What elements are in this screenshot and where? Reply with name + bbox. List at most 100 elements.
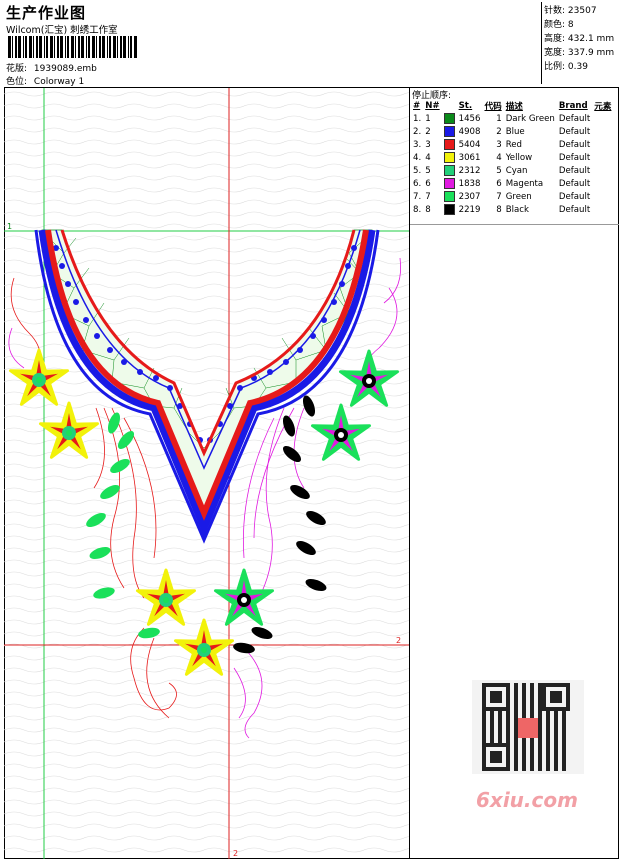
cell-brand: Default	[558, 152, 591, 163]
design-stats: 针数: 23507 颜色: 8 高度: 432.1 mm 宽度: 337.9 m…	[541, 2, 619, 84]
color-swatch	[443, 165, 455, 176]
cell-code: 3	[496, 139, 502, 150]
color-swatch	[443, 152, 455, 163]
table-row: 2. 2 4908 2 Blue Default	[411, 125, 613, 138]
watermark-logo: 6xiu.com	[476, 788, 578, 812]
cell-element	[592, 151, 613, 164]
col-header-description: 描述	[505, 102, 523, 112]
cell-element	[592, 164, 613, 177]
col-header-brand: Brand	[558, 101, 588, 111]
page-title: 生产作业图	[6, 4, 87, 22]
stitch-count: 针数: 23507	[544, 6, 597, 16]
cell-code: 7	[496, 191, 502, 202]
cell-brand: Default	[558, 165, 591, 176]
cell-index: 7.	[413, 191, 422, 202]
guide-mark-2-right: 2	[396, 636, 401, 645]
design-width: 宽度: 337.9 mm	[544, 48, 615, 58]
cell-description: Yellow	[505, 152, 533, 163]
table-row: 1. 1 1456 1 Dark Green Default	[411, 112, 613, 125]
cell-swatch	[442, 138, 457, 151]
qr-code	[472, 680, 584, 774]
cell-stitches: 1838	[458, 178, 481, 189]
cell-brand: Default	[558, 126, 591, 137]
cell-description: Black	[505, 204, 529, 215]
cell-description: Cyan	[505, 165, 528, 176]
cell-element	[592, 203, 613, 216]
cell-description: Blue	[505, 126, 525, 137]
colorway-label: 色位:	[6, 77, 28, 87]
cell-swatch	[442, 125, 457, 138]
design-file-label: 花版:	[6, 64, 28, 74]
cell-element	[592, 138, 613, 151]
cell-needle: 6	[425, 178, 431, 189]
col-header-element: 元素	[594, 102, 612, 112]
col-header-code: 代码	[484, 102, 502, 112]
cell-code: 5	[496, 165, 502, 176]
cell-stitches: 5404	[458, 139, 481, 150]
cell-code: 4	[496, 152, 502, 163]
cell-brand: Default	[558, 191, 591, 202]
cell-needle: 5	[425, 165, 431, 176]
cell-index: 3.	[413, 139, 422, 150]
table-row: 3. 3 5404 3 Red Default	[411, 138, 613, 151]
cell-needle: 2	[425, 126, 431, 137]
design-file-row: 花版: 1939089.emb	[6, 61, 97, 74]
table-row: 8. 8 2219 8 Black Default	[411, 203, 613, 216]
cell-needle: 1	[425, 113, 431, 124]
cell-needle: 3	[425, 139, 431, 150]
cell-element	[592, 112, 613, 125]
design-scale: 比例: 0.39	[544, 62, 588, 72]
cell-description: Green	[505, 191, 532, 202]
cell-swatch	[442, 203, 457, 216]
color-swatch	[443, 139, 455, 150]
embroidery-canvas: 1 2 2	[4, 88, 410, 859]
color-count: 颜色: 8	[544, 20, 574, 30]
panel-divider	[410, 224, 619, 225]
cell-stitches: 1456	[458, 113, 481, 124]
stop-sequence-panel: 停止顺序: # N# St. 代码 描述 Brand 元素 1. 1 1456 1 Da…	[409, 88, 619, 859]
cell-swatch	[442, 177, 457, 190]
colorway-row: 色位: Colorway 1	[6, 74, 84, 87]
cell-brand: Default	[558, 204, 591, 215]
cell-swatch	[442, 112, 457, 125]
cell-code: 2	[496, 126, 502, 137]
cell-stitches: 2312	[458, 165, 481, 176]
cell-brand: Default	[558, 113, 591, 124]
studio-name: Wilcom(汇宝) 刺绣工作室	[6, 25, 118, 36]
cell-index: 4.	[413, 152, 422, 163]
cell-needle: 8	[425, 204, 431, 215]
guide-mark-1: 1	[7, 222, 12, 231]
cell-element	[592, 177, 613, 190]
table-row: 4. 4 3061 4 Yellow Default	[411, 151, 613, 164]
design-height: 高度: 432.1 mm	[544, 34, 615, 44]
cell-brand: Default	[558, 139, 591, 150]
colorway-value: Colorway 1	[33, 77, 85, 87]
table-header-row: # N# St. 代码 描述 Brand 元素	[411, 100, 613, 112]
cell-element	[592, 125, 613, 138]
guide-mark-2-bottom: 2	[233, 849, 238, 858]
col-header-needle: N#	[425, 101, 440, 111]
cell-swatch	[442, 164, 457, 177]
col-header-swatch	[442, 100, 457, 112]
cell-swatch	[442, 151, 457, 164]
cell-needle: 4	[425, 152, 431, 163]
table-row: 5. 5 2312 5 Cyan Default	[411, 164, 613, 177]
cell-index: 5.	[413, 165, 422, 176]
cell-index: 1.	[413, 113, 422, 124]
cell-description: Dark Green	[505, 113, 555, 124]
cell-index: 8.	[413, 204, 422, 215]
color-sequence-table: # N# St. 代码 描述 Brand 元素 1. 1 1456 1 Dark Gre…	[411, 100, 613, 216]
cell-stitches: 2307	[458, 191, 481, 202]
col-header-index: #	[413, 101, 421, 111]
cell-code: 8	[496, 204, 502, 215]
cell-stitches: 4908	[458, 126, 481, 137]
barcode	[8, 36, 137, 58]
cell-brand: Default	[558, 178, 591, 189]
color-swatch	[443, 113, 455, 124]
design-file-value: 1939089.emb	[33, 64, 97, 74]
color-swatch	[443, 204, 455, 215]
cell-swatch	[442, 190, 457, 203]
cell-code: 6	[496, 178, 502, 189]
col-header-stitches: St.	[458, 101, 473, 111]
cell-code: 1	[496, 113, 502, 124]
